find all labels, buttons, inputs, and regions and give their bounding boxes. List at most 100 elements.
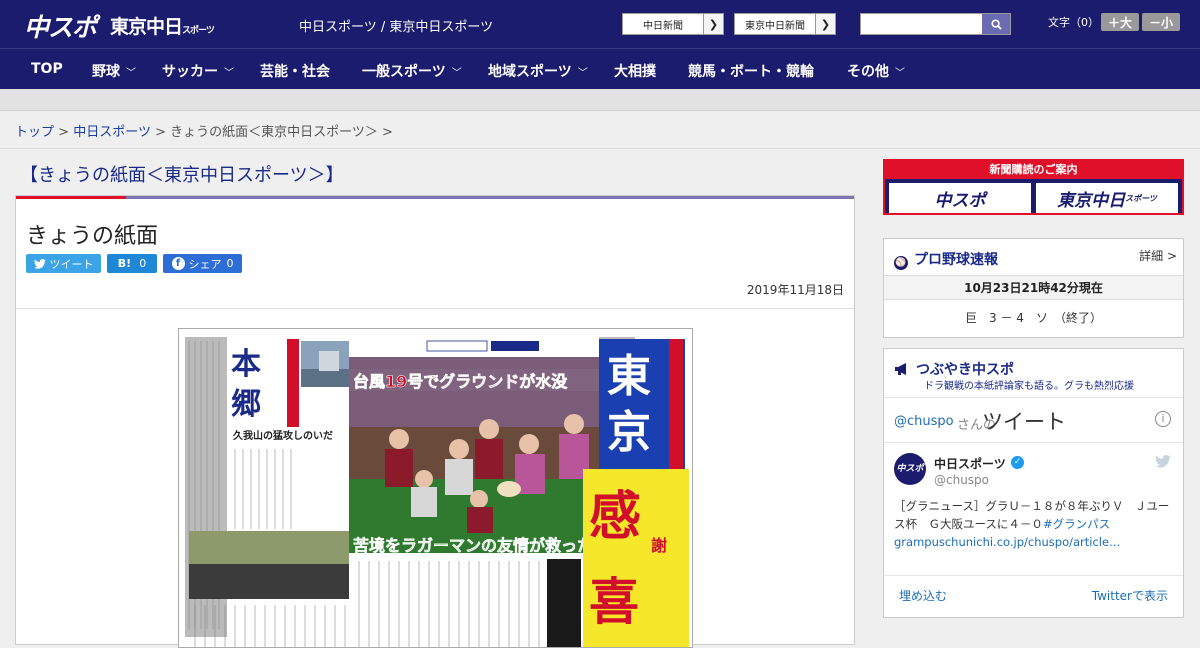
facebook-share-label: シェア xyxy=(188,257,222,271)
twitter-tweets-label: ツイート xyxy=(982,410,1066,434)
newspaper-masthead-left-1: 本 xyxy=(231,347,261,382)
megaphone-icon xyxy=(895,363,906,375)
tweets-box-title: つぶやき中スポ xyxy=(894,359,1014,379)
tweet-text: ［グラニュース］グラＵ－１８が８年ぶりＶ Ｊユース杯 Ｇ大阪ユースに４－０#グラ… xyxy=(894,497,1176,551)
baseball-timestamp: 10月23日21時42分現在 xyxy=(884,275,1183,300)
subscription-banner: 新聞購読のご案内 中スポ 東京中日 スポーツ xyxy=(883,159,1184,215)
tweets-box-title-text: つぶやき中スポ xyxy=(916,362,1014,378)
newspaper-front-page-image[interactable]: 台風19号でグラウンドが水没 本 郷 久我山の猛攻しのいだ 苦境をラガーマンの友… xyxy=(178,328,693,648)
search-button[interactable] xyxy=(982,14,1010,34)
subscribe-chuspo-button[interactable]: 中スポ xyxy=(889,183,1031,213)
nav-racing[interactable]: 競馬・ボート・競輪 xyxy=(688,61,814,81)
nav-general-sports[interactable]: 一般スポーツ ﹀ xyxy=(362,61,462,81)
chevron-right-icon: ❯ xyxy=(703,14,723,34)
baseball-details-link[interactable]: 詳細 > xyxy=(1139,247,1177,264)
breadcrumb-top[interactable]: トップ xyxy=(15,125,54,140)
baseball-box-title: ⚾ プロ野球速報 xyxy=(894,249,998,270)
twitter-handle-link[interactable]: @chuspo xyxy=(894,414,954,429)
subscribe-tokyo-chunichi-button[interactable]: 東京中日 スポーツ xyxy=(1036,183,1178,213)
embed-link[interactable]: 埋め込む xyxy=(899,587,947,604)
baseball-box-title-text: プロ野球速報 xyxy=(914,252,998,268)
ad-stripe xyxy=(0,89,1200,111)
tokyo-chunichi-logo[interactable]: 東京中日スポーツ xyxy=(110,12,215,39)
nav-soccer-label: サッカー xyxy=(162,64,218,80)
tokyo-shimbun-link[interactable]: 東京中日新聞 ❯ xyxy=(734,13,836,35)
newspaper-illustration: 台風19号でグラウンドが水没 本 郷 久我山の猛攻しのいだ 苦境をラガーマンの友… xyxy=(185,337,689,647)
tweet-button[interactable]: ツイート xyxy=(26,254,101,273)
font-smaller-button[interactable]: －小 xyxy=(1142,13,1180,31)
baseball-icon: ⚾ xyxy=(894,256,908,270)
baseball-scores-box: ⚾ プロ野球速報 詳細 > 10月23日21時42分現在 巨 3 － 4 ソ （終… xyxy=(883,238,1184,338)
main-nav: TOP 野球 ﹀ サッカー ﹀ 芸能・社会 一般スポーツ ﹀ 地域スポーツ ﹀ 大相撲 … xyxy=(0,48,1200,89)
baseball-score[interactable]: 巨 3 － 4 ソ （終了） xyxy=(884,309,1183,326)
account-handle[interactable]: @chuspo xyxy=(934,473,989,487)
article-panel: きょうの紙面 ツイート B! 0 f シェア 0 2019年11月18日 台風1… xyxy=(15,195,855,648)
tokyo-shimbun-label: 東京中日新聞 xyxy=(745,20,805,32)
hatena-icon: B! xyxy=(117,257,132,270)
breadcrumb: トップ > 中日スポーツ > きょうの紙面＜東京中日スポーツ＞ > xyxy=(0,111,1200,149)
newspaper-masthead-right-2: 京 xyxy=(607,407,651,458)
nav-other-label: その他 xyxy=(847,64,889,80)
nav-entertainment[interactable]: 芸能・社会 xyxy=(260,61,330,81)
chunichi-shimbun-label: 中日新聞 xyxy=(643,20,683,32)
chunichi-shimbun-link[interactable]: 中日新聞 ❯ xyxy=(622,13,724,35)
chevron-down-icon: ﹀ xyxy=(126,68,136,79)
search-icon xyxy=(990,18,1002,30)
newspaper-caption-left: 久我山の猛攻しのいだ xyxy=(232,429,333,442)
chevron-down-icon: ﹀ xyxy=(577,68,588,79)
breadcrumb-current: きょうの紙面＜東京中日スポーツ＞ xyxy=(170,125,378,140)
account-name[interactable]: 中日スポーツ xyxy=(934,455,1006,472)
newspaper-masthead-right-1: 東 xyxy=(607,351,651,402)
info-icon[interactable]: i xyxy=(1155,411,1171,427)
chevron-down-icon: ﹀ xyxy=(895,68,905,79)
tokyo-chunichi-logo-small: スポーツ xyxy=(182,26,215,36)
tweet-button-label: ツイート xyxy=(49,257,94,271)
tweets-subtitle: ドラ観戦の本紙評論家も語る。グラも熱烈応援 xyxy=(924,381,1134,392)
twitter-bird-icon xyxy=(33,258,46,269)
hatena-count: 0 xyxy=(139,257,147,270)
chevron-right-icon: ❯ xyxy=(815,14,835,34)
chevron-down-icon: ﹀ xyxy=(224,68,234,79)
accent-line-red xyxy=(16,196,126,199)
nav-other[interactable]: その他 ﹀ xyxy=(847,61,905,81)
nav-top-label: TOP xyxy=(31,61,63,77)
nav-soccer[interactable]: サッカー ﹀ xyxy=(162,61,234,81)
nav-general-sports-label: 一般スポーツ xyxy=(362,64,446,80)
view-on-twitter-link[interactable]: Twitterで表示 xyxy=(1092,587,1168,604)
page-heading: 【きょうの紙面＜東京中日スポーツ＞】 xyxy=(20,165,344,186)
newspaper-headline-top: 台風19号でグラウンドが水没 xyxy=(353,372,568,391)
tweet-link[interactable]: grampuschunichi.co.jp/chuspo/article… xyxy=(894,535,1121,549)
tweet-text-body: ［グラニュース］グラＵ－１８が８年ぶりＶ Ｊユース杯 Ｇ大阪ユースに４－０ xyxy=(894,499,1170,531)
nav-local-sports-label: 地域スポーツ xyxy=(488,64,572,80)
nav-sumo[interactable]: 大相撲 xyxy=(614,61,656,81)
newspaper-headline-main-3: 喜 xyxy=(589,573,639,631)
facebook-share-button[interactable]: f シェア 0 xyxy=(163,254,242,273)
breadcrumb-chunichi-sports[interactable]: 中日スポーツ xyxy=(73,125,151,140)
avatar[interactable]: 中スポ xyxy=(894,453,926,485)
accent-line xyxy=(16,196,854,199)
nav-sumo-label: 大相撲 xyxy=(614,64,656,80)
nav-entertainment-label: 芸能・社会 xyxy=(260,64,330,80)
chuspo-logo[interactable]: 中スポ xyxy=(24,8,97,44)
top-bar: 中スポ 東京中日スポーツ 中日スポーツ / 東京中日スポーツ 中日新聞 ❯ 東京… xyxy=(0,0,1200,48)
font-larger-button[interactable]: ＋大 xyxy=(1101,13,1139,31)
facebook-icon: f xyxy=(171,257,185,270)
search-input[interactable] xyxy=(861,14,982,34)
article-title: きょうの紙面 xyxy=(26,224,159,249)
breadcrumb-separator: > xyxy=(382,125,393,140)
nav-racing-label: 競馬・ボート・競輪 xyxy=(688,64,814,80)
twitter-bird-icon xyxy=(1155,455,1171,468)
article-date: 2019年11月18日 xyxy=(746,283,844,297)
nav-top[interactable]: TOP xyxy=(31,61,63,77)
nav-local-sports[interactable]: 地域スポーツ ﹀ xyxy=(488,61,588,81)
tweet-hashtag[interactable]: #グランパス xyxy=(1043,517,1110,531)
newspaper-masthead-left-2: 郷 xyxy=(231,387,261,422)
site-name[interactable]: 中日スポーツ / 東京中日スポーツ xyxy=(299,16,493,35)
hatena-bookmark-button[interactable]: B! 0 xyxy=(107,254,157,273)
font-size-label: 文字（0） xyxy=(1048,16,1099,29)
nav-baseball[interactable]: 野球 ﹀ xyxy=(92,61,136,81)
search-box xyxy=(860,13,1011,35)
nav-baseball-label: 野球 xyxy=(92,64,120,80)
tokyo-chunichi-logo-text: 東京中日 xyxy=(110,16,183,38)
breadcrumb-separator: > xyxy=(58,125,70,140)
